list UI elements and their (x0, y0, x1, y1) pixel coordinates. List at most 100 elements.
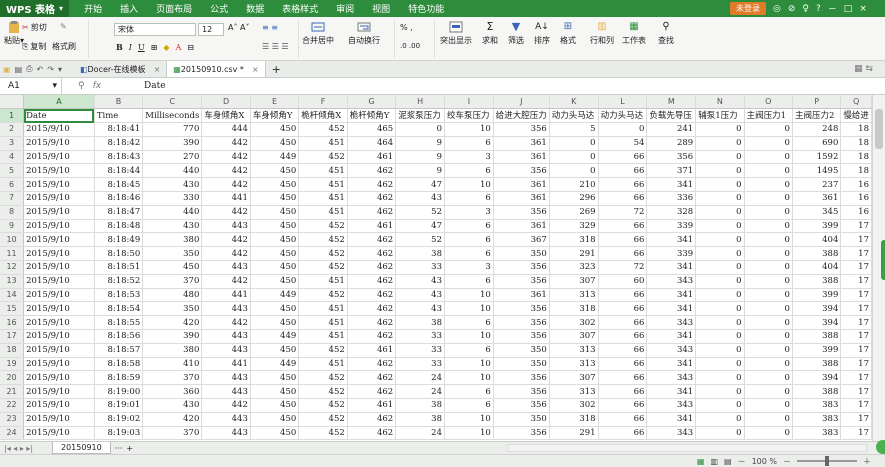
cell[interactable]: 450 (250, 122, 300, 137)
cell[interactable]: 17 (840, 412, 872, 427)
cell[interactable]: 0 (549, 150, 599, 165)
cell[interactable]: 350 (493, 412, 550, 427)
cell[interactable]: 17 (840, 384, 872, 400)
cell[interactable]: 452 (298, 122, 348, 137)
cell[interactable]: 6 (444, 219, 494, 234)
cell[interactable]: 356 (493, 205, 550, 220)
cell[interactable]: 2015/9/10 (23, 122, 95, 137)
cell[interactable]: 8:18:43 (94, 150, 144, 165)
cell[interactable]: 462 (347, 274, 397, 289)
normal-view-icon[interactable]: ▦ (697, 457, 705, 466)
cell[interactable]: 24 (395, 370, 445, 386)
cell[interactable]: 461 (347, 343, 397, 358)
cell[interactable]: 404 (792, 232, 842, 248)
cell[interactable]: 8:19:01 (94, 398, 144, 413)
cell[interactable]: 17 (840, 288, 872, 303)
cell[interactable]: 17 (840, 357, 872, 372)
cell[interactable]: 72 (598, 205, 648, 220)
cell[interactable]: 442 (201, 232, 251, 248)
folder-icon[interactable]: ▣ (3, 65, 11, 74)
cell[interactable]: 8:18:47 (94, 205, 144, 220)
cell[interactable]: 0 (744, 426, 793, 441)
cell[interactable]: 343 (646, 274, 697, 289)
copy-button[interactable]: ⎘ 复制 (22, 41, 46, 52)
cell[interactable]: 0 (744, 246, 793, 262)
zoom-slider[interactable] (797, 456, 857, 466)
cell[interactable]: 2015/9/10 (23, 232, 95, 248)
cell[interactable]: 339 (646, 219, 697, 234)
sum-button[interactable]: Σ 求和 (482, 21, 498, 46)
cell[interactable]: 449 (250, 357, 300, 372)
cell[interactable]: 0 (744, 301, 793, 317)
cell[interactable]: 462 (347, 205, 397, 220)
cell[interactable]: 452 (298, 288, 348, 303)
cell[interactable]: 0 (695, 122, 745, 137)
cell[interactable]: 8:18:52 (94, 274, 144, 289)
cell[interactable]: 390 (142, 136, 203, 151)
cell[interactable]: 390 (142, 329, 203, 344)
cell[interactable]: 17 (840, 370, 872, 386)
rows-cols-button[interactable]: ▥ 行和列 (590, 21, 614, 46)
row-header[interactable]: 11 (0, 246, 25, 262)
cell[interactable]: 341 (646, 232, 697, 248)
find-button[interactable]: ⚲ 查找 (658, 21, 674, 46)
cell[interactable]: 6 (444, 136, 494, 151)
cell[interactable]: 442 (201, 205, 251, 220)
menu-item-7[interactable]: 视图 (363, 2, 399, 15)
cell[interactable]: 6 (444, 315, 494, 331)
cell[interactable]: 449 (250, 329, 300, 344)
cell[interactable]: 0 (598, 122, 648, 137)
cell[interactable]: 361 (493, 191, 550, 206)
cell[interactable]: 0 (744, 191, 793, 206)
cell[interactable]: 10 (444, 357, 494, 372)
column-header-B[interactable]: B (94, 95, 144, 110)
menu-item-1[interactable]: 插入 (111, 2, 147, 15)
row-header[interactable]: 21 (0, 384, 25, 400)
cell[interactable]: 0 (744, 177, 793, 193)
cell[interactable]: 66 (598, 370, 648, 386)
menu-item-0[interactable]: 开始 (75, 2, 111, 15)
cell[interactable]: 367 (493, 232, 550, 248)
cell[interactable]: Milliseconds (142, 108, 203, 124)
redo-icon[interactable]: ↷ (47, 65, 54, 74)
cell[interactable]: 2015/9/10 (23, 288, 95, 303)
cell[interactable]: 33 (395, 329, 445, 344)
cell[interactable]: 410 (142, 357, 203, 372)
conditional-format-button[interactable]: 突出显示 (440, 21, 472, 46)
cell[interactable]: 356 (493, 329, 550, 344)
clear-icon[interactable]: ⊟ (187, 43, 194, 52)
cell[interactable]: 66 (598, 288, 648, 303)
cell[interactable]: 2015/9/10 (23, 163, 95, 179)
cell[interactable]: 66 (598, 426, 648, 441)
sheet-tab-20150910[interactable]: 20150910 (52, 442, 111, 454)
cell[interactable]: 0 (744, 274, 793, 289)
cell[interactable]: 356 (493, 260, 550, 275)
cell[interactable]: 341 (646, 288, 697, 303)
cell[interactable]: 462 (347, 426, 397, 441)
column-header-L[interactable]: L (598, 95, 648, 110)
cell[interactable]: 350 (142, 301, 203, 317)
cell[interactable]: 441 (201, 357, 251, 372)
print-icon[interactable]: ⎙ (26, 64, 32, 74)
cell[interactable]: 60 (598, 274, 648, 289)
cell[interactable]: 462 (347, 163, 397, 179)
cell[interactable]: 343 (646, 426, 697, 441)
cell[interactable]: 465 (347, 122, 397, 137)
cell[interactable]: 2015/9/10 (23, 150, 95, 165)
align-left-button[interactable]: ☰ ☰ ☰ (262, 42, 289, 51)
cell[interactable]: 356 (493, 301, 550, 317)
row-header[interactable]: 3 (0, 136, 25, 151)
assistant-badge-icon[interactable] (876, 440, 885, 454)
cell[interactable]: 356 (493, 370, 550, 386)
cell[interactable]: 66 (598, 357, 648, 372)
row-header[interactable]: 14 (0, 288, 25, 303)
fill-color-icon[interactable]: ◆ (163, 43, 169, 52)
cell[interactable]: 302 (549, 398, 599, 413)
cell[interactable]: 0 (744, 150, 793, 165)
cell[interactable]: 394 (792, 315, 842, 331)
cell[interactable]: 462 (347, 357, 397, 372)
cell[interactable]: 主阀压力2 (792, 108, 842, 124)
cell[interactable]: 2015/9/10 (23, 136, 95, 151)
menu-item-8[interactable]: 特色功能 (399, 2, 453, 15)
cell[interactable]: 462 (347, 191, 397, 206)
